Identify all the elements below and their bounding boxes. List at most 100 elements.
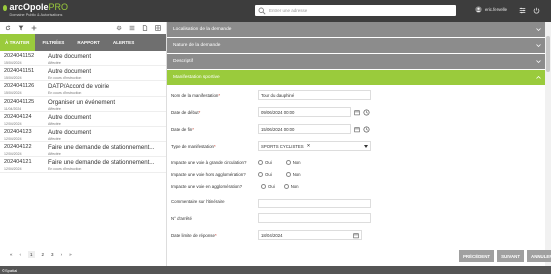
radio-label: Oui — [265, 159, 272, 165]
cancel-button[interactable]: ANNULER — [527, 250, 551, 262]
section-manifestation-sportive[interactable]: Manifestation sportive — [167, 70, 545, 85]
list-item[interactable]: 202404124 12/04/2024 Autre document Affecté… — [0, 112, 166, 127]
field-label: Nom de la manifestation* — [171, 92, 221, 98]
nom-manifestation-field[interactable]: Tour du dauphiné — [258, 90, 371, 100]
power-icon — [533, 7, 540, 14]
field-label: Date de début* — [171, 109, 201, 115]
commentaire-field[interactable] — [258, 199, 371, 208]
clock-icon[interactable] — [363, 126, 370, 133]
page-2-button[interactable]: 2 — [42, 252, 45, 257]
section-localisation[interactable]: Localisation de la demande — [167, 22, 545, 37]
request-detail: Localisation de la demande Nature de la … — [167, 22, 545, 245]
add-button[interactable] — [29, 24, 38, 33]
field-label: Date limite de réponse* — [171, 232, 217, 238]
date-debut-field[interactable]: 09/06/2024 00:00 — [258, 107, 370, 117]
settings-icon — [519, 7, 526, 13]
radio-group-q3: Oui Non — [261, 183, 299, 189]
radio-non[interactable] — [285, 159, 291, 165]
item-title: Autre document — [48, 113, 92, 121]
radio-oui[interactable] — [261, 183, 266, 189]
first-page-button[interactable]: « — [10, 252, 13, 257]
date-fin-value: 15/06/2024 00:00 — [261, 126, 295, 132]
radio-label: Non — [292, 159, 301, 165]
item-title: Organiser un événement — [48, 98, 116, 106]
scrollbar-thumb[interactable] — [546, 36, 550, 72]
list-item[interactable]: 2024041152 15/04/2024 Autre document Affect… — [0, 51, 166, 67]
grid-view-button[interactable] — [153, 24, 162, 33]
list-item[interactable]: 202404123 12/04/2024 Autre document Affecté… — [0, 127, 166, 143]
status-bar: ©Spatial — [0, 266, 551, 274]
calendar-icon[interactable] — [353, 232, 359, 239]
logout-button[interactable] — [531, 4, 542, 16]
section-descriptif[interactable]: Descriptif — [167, 54, 545, 69]
item-status: Affectée — [48, 152, 61, 157]
radio-non[interactable] — [283, 183, 289, 189]
next-button[interactable]: SUIVANT — [497, 250, 525, 262]
tab-rapport[interactable]: RAPPORT — [72, 34, 104, 51]
clock-icon[interactable] — [363, 109, 370, 116]
list-item[interactable]: 202404122 12/04/2024 Faire une demande de … — [0, 142, 166, 158]
radio-non[interactable] — [285, 171, 291, 177]
section-label: Localisation de la demande — [173, 27, 232, 32]
item-date: 11/04/2024 — [4, 106, 22, 111]
section-nature[interactable]: Nature de la demande — [167, 38, 545, 53]
radio-oui[interactable] — [258, 159, 263, 165]
item-number: 2024041125 — [4, 98, 35, 105]
refresh-button[interactable] — [3, 24, 12, 33]
document-button[interactable] — [140, 24, 149, 33]
tab-alertes[interactable]: ALERTES — [108, 34, 139, 51]
previous-button[interactable]: PRÉCÉDENT — [459, 250, 495, 262]
tab-filtrees[interactable]: FILTRÉES — [38, 34, 70, 51]
previous-page-button[interactable]: ‹ — [20, 252, 22, 257]
address-search[interactable] — [255, 5, 456, 16]
section-label: Nature de la demande — [173, 43, 221, 48]
item-status: En cours d'instruction — [48, 76, 82, 81]
item-number: 202404124 — [4, 113, 32, 120]
user-menu[interactable]: eric.fervelle — [475, 6, 507, 13]
item-number: 2024041151 — [4, 68, 35, 75]
calendar-icon[interactable] — [354, 126, 360, 133]
date-limite-field[interactable]: 18/04/2024 — [258, 230, 362, 240]
last-page-button[interactable]: » — [69, 252, 72, 257]
field-row-fin: Date de fin* 15/06/2024 00:00 — [171, 123, 541, 135]
type-manifestation-select[interactable]: SPORTS CYCLISTES ✕ — [258, 141, 371, 151]
search-input[interactable] — [269, 8, 444, 13]
field-row-arrete: N° d'arrêté — [171, 212, 541, 224]
list-item[interactable]: 202404121 12/04/2024 Faire une demande de … — [0, 157, 166, 173]
logo-name: arcOpolePRO — [9, 3, 68, 12]
list-item[interactable]: 2024041125 11/04/2024 Organiser un événeme… — [0, 97, 166, 112]
filter-button[interactable] — [16, 24, 25, 33]
item-status: En cours d'instruction — [48, 167, 82, 172]
requests-panel: À TRAITER FILTRÉES RAPPORT ALERTES 20240… — [0, 22, 167, 266]
list-icon — [129, 25, 134, 31]
item-number: 202404121 — [4, 159, 32, 166]
page-3-button[interactable]: 3 — [51, 252, 54, 257]
item-title: Faire une demande de stationnement... — [48, 159, 155, 167]
item-date: 15/04/2024 — [4, 76, 22, 81]
remove-tag-icon[interactable]: ✕ — [307, 143, 311, 149]
chevron-down-icon — [536, 28, 541, 32]
calendar-icon[interactable] — [354, 109, 360, 116]
next-page-button[interactable]: › — [61, 252, 63, 257]
page-1-button[interactable]: 1 — [28, 250, 35, 258]
item-title: DATP/Accord de voirie — [48, 83, 110, 91]
field-row-type: Type de manifestation* SPORTS CYCLISTES ✕ — [171, 140, 541, 152]
detail-scrollbar[interactable] — [545, 22, 551, 266]
field-row-q1: Impacte une voie à grande circulation? O… — [171, 156, 541, 168]
settings-button[interactable] — [517, 4, 528, 16]
manifestation-form: Nom de la manifestation* Tour du dauphin… — [167, 86, 545, 246]
radio-oui[interactable] — [258, 171, 263, 177]
radio-label: Oui — [268, 183, 275, 189]
item-title: Autre document — [48, 128, 92, 136]
list-item[interactable]: 2024041126 15/04/2024 DATP/Accord de voiri… — [0, 81, 166, 97]
list-item[interactable]: 2024041151 15/04/2024 Autre document En cou… — [0, 66, 166, 82]
options-button[interactable] — [114, 24, 123, 33]
date-limite-value: 18/04/2024 — [261, 232, 283, 238]
date-fin-field[interactable]: 15/06/2024 00:00 — [258, 124, 370, 134]
list-view-button[interactable] — [127, 24, 136, 33]
numero-arrete-field[interactable] — [258, 213, 371, 223]
list-toolbar — [0, 22, 166, 34]
item-title: Autre document — [48, 68, 92, 76]
tab-a-traiter[interactable]: À TRAITER — [0, 34, 35, 51]
item-number: 2024041152 — [4, 53, 35, 59]
